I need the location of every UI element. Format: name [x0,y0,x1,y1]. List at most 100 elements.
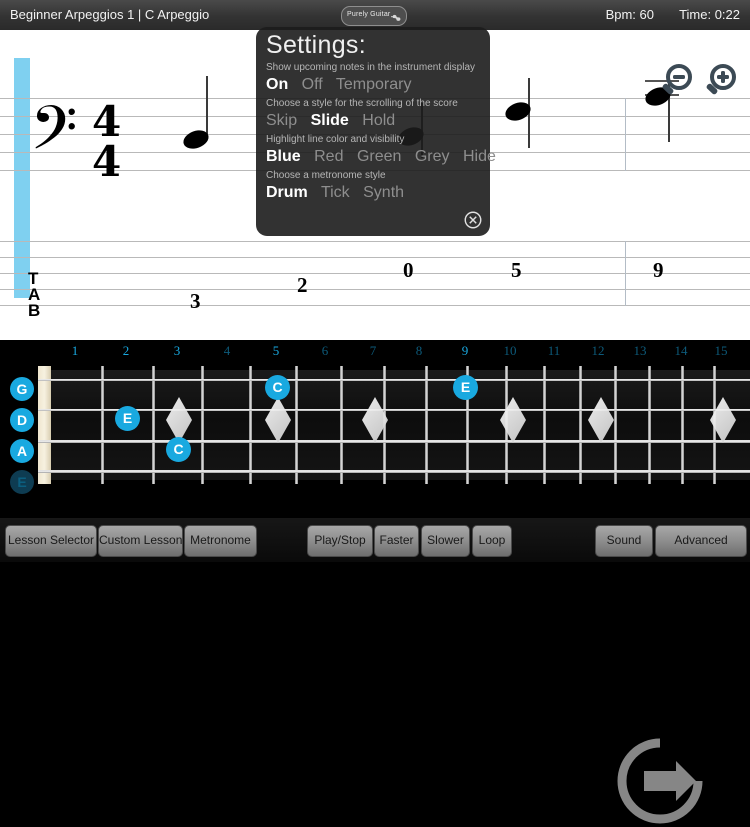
time-signature-bottom: 4 [92,137,122,186]
note-stem [206,76,208,136]
option-hide[interactable]: Hide [463,148,496,165]
fret-number-3: 3 [173,343,181,358]
fret-wire [201,366,204,484]
tab-line [0,273,750,274]
advanced-button[interactable]: Advanced [655,525,747,557]
tab-number: 0 [403,258,414,282]
fret-wire [579,366,582,484]
bar-line [625,98,626,171]
lesson-selector-button[interactable]: Lesson Selector [5,525,97,557]
fretboard-note-c[interactable]: C [166,437,191,462]
option-hold[interactable]: Hold [362,112,395,129]
settings-description: Show upcoming notes in the instrument di… [266,62,476,73]
app-logo: Purely Guitar [341,6,407,26]
custom-lesson-button[interactable]: Custom Lesson [98,525,183,557]
fret-number-5: 5 [272,343,280,358]
option-skip[interactable]: Skip [266,112,297,129]
string-label-g[interactable]: G [10,377,34,401]
fret-wire [425,366,428,484]
tab-label-b: B [28,301,41,320]
fret-wire [249,366,252,484]
fret-number-13: 13 [633,343,647,358]
option-green[interactable]: Green [357,148,401,165]
option-slide[interactable]: Slide [311,112,349,129]
lesson-title: Beginner Arpeggios 1 | C Arpeggio [10,7,210,22]
fret-number-8: 8 [415,343,423,358]
fret-wire [340,366,343,484]
fret-number-11: 11 [547,343,561,358]
zoom-controls[interactable] [658,60,742,100]
string-d [38,409,750,412]
fret-number-6: 6 [321,343,329,358]
option-temporary[interactable]: Temporary [336,76,412,93]
slower-button[interactable]: Slower [421,525,470,557]
metronome-button[interactable]: Metronome [184,525,257,557]
fret-wire [614,366,617,484]
option-tick[interactable]: Tick [321,184,350,201]
settings-options-scroll-style[interactable]: Skip Slide Hold [266,112,404,130]
string-label-a[interactable]: A [10,439,34,463]
option-drum[interactable]: Drum [266,184,308,201]
bpm-display: Bpm: 60 [605,7,654,22]
zoom-out-icon[interactable] [658,62,696,100]
settings-options-upcoming-notes[interactable]: On Off Temporary [266,76,420,94]
highlight-line [14,58,30,298]
tab-number: 5 [511,258,522,282]
option-red[interactable]: Red [314,148,343,165]
fretboard-note-e[interactable]: E [115,406,140,431]
fret-number-2: 2 [122,343,130,358]
settings-description: Choose a metronome style [266,170,386,181]
fret-wire [681,366,684,484]
time-signature: 4 4 [92,97,122,186]
string-label-d[interactable]: D [10,408,34,432]
time-signature-top: 4 [92,97,122,146]
fret-number-4: 4 [223,343,231,358]
option-synth[interactable]: Synth [363,184,404,201]
guitar-icon [391,14,401,21]
fret-number-14: 14 [674,343,688,358]
tab-line [0,241,750,242]
loop-button[interactable]: Loop [472,525,512,557]
string-a [38,440,750,443]
fretboard-wood [38,366,750,484]
tab-number: 9 [653,258,664,282]
tab-line [0,305,750,306]
fret-number-12: 12 [591,343,605,358]
logo-text: Purely Guitar [347,11,391,18]
string-g [38,379,750,381]
settings-options-highlight-color[interactable]: Blue Red Green Grey Hide [266,148,505,166]
fretboard-note-c[interactable]: C [265,375,290,400]
fret-number-15: 15 [714,343,728,358]
loop-arrow-icon[interactable] [614,735,706,827]
bar-line [625,241,626,306]
tab-line [0,289,750,290]
fret-wire [648,366,651,484]
option-off[interactable]: Off [302,76,323,93]
tab-line [0,257,750,258]
settings-panel[interactable]: Settings: Show upcoming notes in the ins… [256,27,496,236]
string-e [38,470,750,474]
bass-clef-icon: 𝄢 [30,93,78,179]
fret-wire [543,366,546,484]
option-on[interactable]: On [266,76,288,93]
settings-title: Settings: [266,31,366,59]
string-label-e[interactable]: E [10,470,34,494]
time-display: Time: 0:22 [679,7,740,22]
fret-number-9: 9 [461,343,469,358]
option-blue[interactable]: Blue [266,148,301,165]
nut [38,366,51,484]
fret-wire [152,366,155,484]
settings-description: Highlight line color and visibility [266,134,405,145]
faster-button[interactable]: Faster [374,525,419,557]
sound-button[interactable]: Sound [595,525,653,557]
settings-options-metronome-style[interactable]: Drum Tick Synth [266,184,413,202]
play-stop-button[interactable]: Play/Stop [307,525,373,557]
option-grey[interactable]: Grey [415,148,450,165]
fretboard-note-e[interactable]: E [453,375,478,400]
fretboard[interactable]: 1 2 3 4 5 6 7 8 9 10 11 12 13 14 15 G D … [0,340,750,824]
close-icon[interactable] [464,211,482,229]
fret-number-10: 10 [503,343,517,358]
settings-description: Choose a style for the scrolling of the … [266,98,458,109]
zoom-in-icon[interactable] [702,62,740,100]
fret-wire [101,366,104,484]
